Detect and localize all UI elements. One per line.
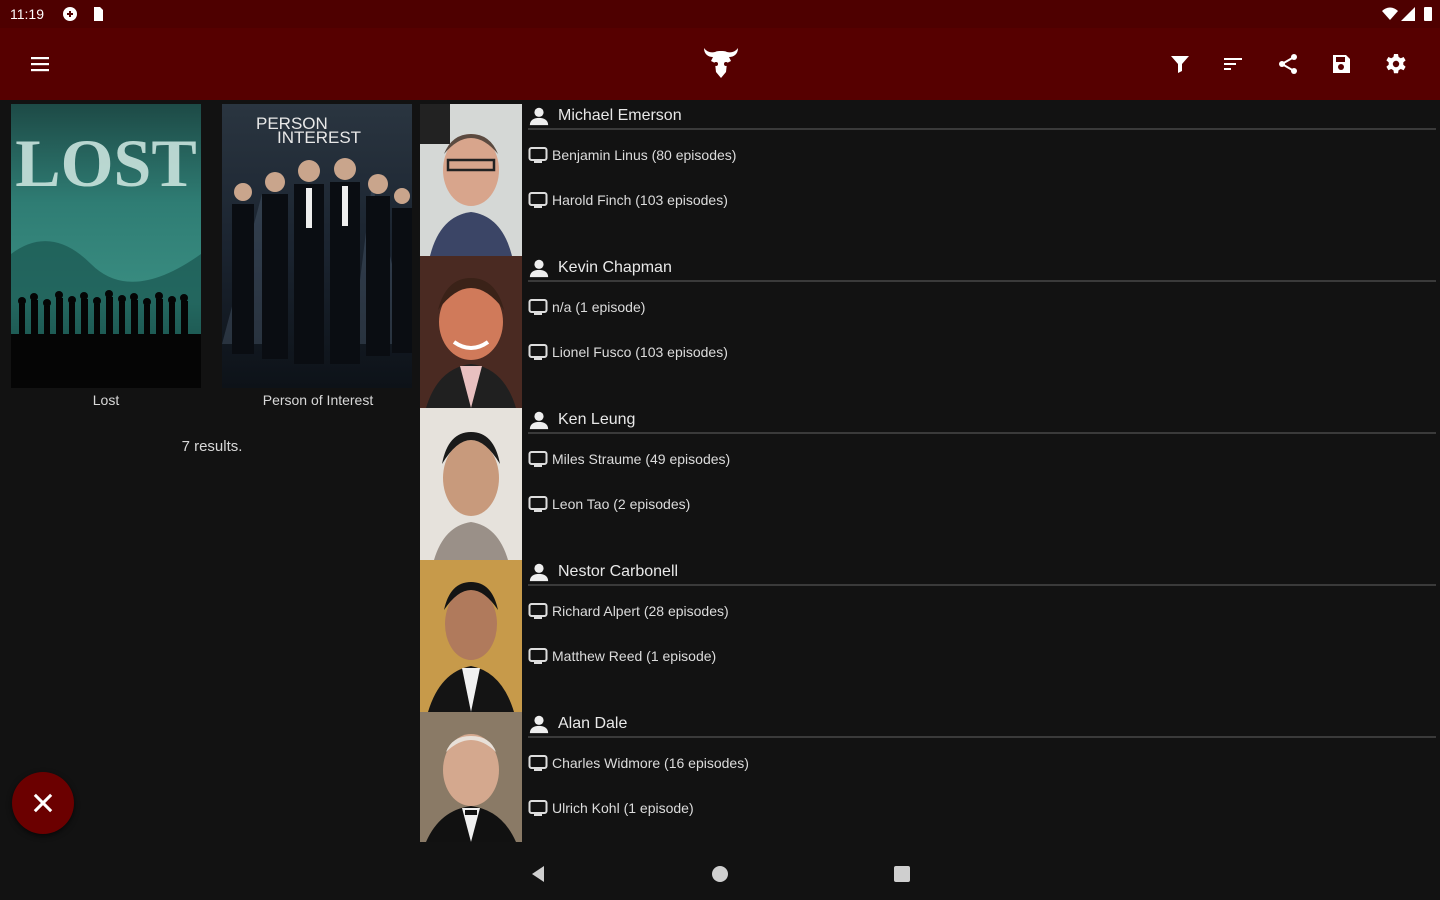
tv-icon bbox=[528, 648, 548, 664]
role-item[interactable]: Miles Straume (49 episodes) bbox=[528, 450, 730, 468]
sort-icon bbox=[1224, 58, 1242, 70]
svg-text:LOST: LOST bbox=[15, 125, 196, 201]
person-icon bbox=[529, 715, 549, 734]
actor-header: Nestor Carbonell bbox=[528, 560, 1436, 586]
actor-row[interactable]: Nestor Carbonell Richard Alpert (28 epis… bbox=[420, 560, 1436, 712]
tv-icon bbox=[528, 755, 548, 771]
tv-icon bbox=[528, 147, 548, 163]
filter-icon bbox=[1171, 56, 1189, 73]
show-poster-person-of-interest[interactable]: PERSON INTEREST bbox=[222, 104, 412, 388]
share-icon bbox=[1279, 54, 1297, 74]
clear-button[interactable] bbox=[12, 772, 74, 834]
tv-icon bbox=[528, 603, 548, 619]
actor-name: Michael Emerson bbox=[558, 107, 682, 124]
home-circle-icon bbox=[712, 866, 728, 882]
tv-icon bbox=[528, 496, 548, 512]
actor-header: Kevin Chapman bbox=[528, 256, 1436, 282]
home-button[interactable] bbox=[706, 860, 734, 888]
role-label: Richard Alpert (28 episodes) bbox=[552, 603, 729, 619]
actor-photo bbox=[420, 104, 522, 256]
notification-icon bbox=[63, 7, 77, 21]
actor-name: Ken Leung bbox=[558, 411, 636, 428]
actor-row[interactable]: Kevin Chapman n/a (1 episode) Lionel Fus… bbox=[420, 256, 1436, 408]
status-time: 11:19 bbox=[10, 6, 44, 22]
actor-header: Alan Dale bbox=[528, 712, 1436, 738]
settings-icon bbox=[1386, 54, 1406, 74]
sort-button[interactable] bbox=[1217, 48, 1249, 80]
lost-poster-art: LOST bbox=[11, 104, 201, 388]
person-icon bbox=[529, 259, 549, 278]
recents-button[interactable] bbox=[888, 860, 916, 888]
save-icon bbox=[1333, 55, 1350, 73]
menu-button[interactable] bbox=[24, 48, 56, 80]
bull-logo-icon bbox=[704, 48, 738, 78]
actor-row[interactable]: Michael Emerson Benjamin Linus (80 episo… bbox=[420, 104, 1436, 256]
role-item[interactable]: Richard Alpert (28 episodes) bbox=[528, 602, 729, 620]
actor-name: Alan Dale bbox=[558, 715, 628, 732]
role-item[interactable]: Benjamin Linus (80 episodes) bbox=[528, 146, 736, 164]
actor-name: Nestor Carbonell bbox=[558, 563, 679, 580]
tv-icon bbox=[528, 299, 548, 315]
person-of-interest-poster-art: PERSON INTEREST bbox=[222, 104, 412, 388]
actor-photo bbox=[420, 712, 522, 842]
back-triangle-icon bbox=[532, 866, 544, 882]
actor-row[interactable]: Ken Leung Miles Straume (49 episodes) Le… bbox=[420, 408, 1436, 560]
role-label: Lionel Fusco (103 episodes) bbox=[552, 344, 728, 360]
show-title: Lost bbox=[92, 392, 120, 408]
actor-name: Kevin Chapman bbox=[558, 259, 672, 276]
svg-text:INTEREST: INTEREST bbox=[277, 128, 361, 147]
signal-icon bbox=[1401, 7, 1415, 21]
role-item[interactable]: Ulrich Kohl (1 episode) bbox=[528, 799, 694, 817]
role-label: Leon Tao (2 episodes) bbox=[552, 496, 691, 512]
person-icon bbox=[529, 563, 549, 582]
actor-photo bbox=[420, 256, 522, 408]
role-item[interactable]: Lionel Fusco (103 episodes) bbox=[528, 343, 728, 361]
role-label: n/a (1 episode) bbox=[552, 299, 646, 315]
recents-square-icon bbox=[894, 866, 910, 882]
actor-header: Ken Leung bbox=[528, 408, 1436, 434]
role-label: Benjamin Linus (80 episodes) bbox=[552, 147, 737, 163]
show-title: Person of Interest bbox=[262, 392, 374, 408]
role-label: Matthew Reed (1 episode) bbox=[552, 648, 717, 664]
battery-icon bbox=[1424, 7, 1432, 21]
results-count: 7 results. bbox=[181, 438, 243, 455]
role-item[interactable]: Charles Widmore (16 episodes) bbox=[528, 754, 749, 772]
close-icon bbox=[33, 793, 53, 813]
app-bar bbox=[0, 28, 1440, 100]
status-bar: 11:19 bbox=[0, 0, 1440, 28]
poster-image: PERSON INTEREST bbox=[222, 104, 412, 388]
settings-button[interactable] bbox=[1380, 48, 1412, 80]
tv-icon bbox=[528, 344, 548, 360]
menu-icon bbox=[31, 57, 49, 72]
role-item[interactable]: Leon Tao (2 episodes) bbox=[528, 495, 690, 513]
save-button[interactable] bbox=[1325, 48, 1357, 80]
person-icon bbox=[529, 107, 549, 126]
poster-image: LOST bbox=[11, 104, 201, 388]
navigation-bar bbox=[0, 846, 1440, 900]
sd-card-icon bbox=[94, 7, 103, 21]
wifi-icon bbox=[1382, 7, 1398, 20]
actor-photo bbox=[420, 408, 522, 560]
app-logo bbox=[700, 42, 742, 84]
back-button[interactable] bbox=[524, 860, 552, 888]
role-item[interactable]: n/a (1 episode) bbox=[528, 298, 645, 316]
show-poster-lost[interactable]: LOST bbox=[11, 104, 201, 388]
role-item[interactable]: Matthew Reed (1 episode) bbox=[528, 647, 716, 665]
tv-icon bbox=[528, 800, 548, 816]
actor-row[interactable]: Alan Dale Charles Widmore (16 episodes) … bbox=[420, 712, 1436, 842]
role-label: Miles Straume (49 episodes) bbox=[552, 451, 731, 467]
share-button[interactable] bbox=[1272, 48, 1304, 80]
role-item[interactable]: Harold Finch (103 episodes) bbox=[528, 191, 728, 209]
tv-icon bbox=[528, 451, 548, 467]
role-label: Ulrich Kohl (1 episode) bbox=[552, 800, 694, 816]
person-icon bbox=[529, 411, 549, 430]
role-label: Charles Widmore (16 episodes) bbox=[552, 755, 749, 771]
filter-button[interactable] bbox=[1164, 48, 1196, 80]
actor-photo bbox=[420, 560, 522, 712]
role-label: Harold Finch (103 episodes) bbox=[552, 192, 728, 208]
tv-icon bbox=[528, 192, 548, 208]
actor-header: Michael Emerson bbox=[528, 104, 1436, 130]
